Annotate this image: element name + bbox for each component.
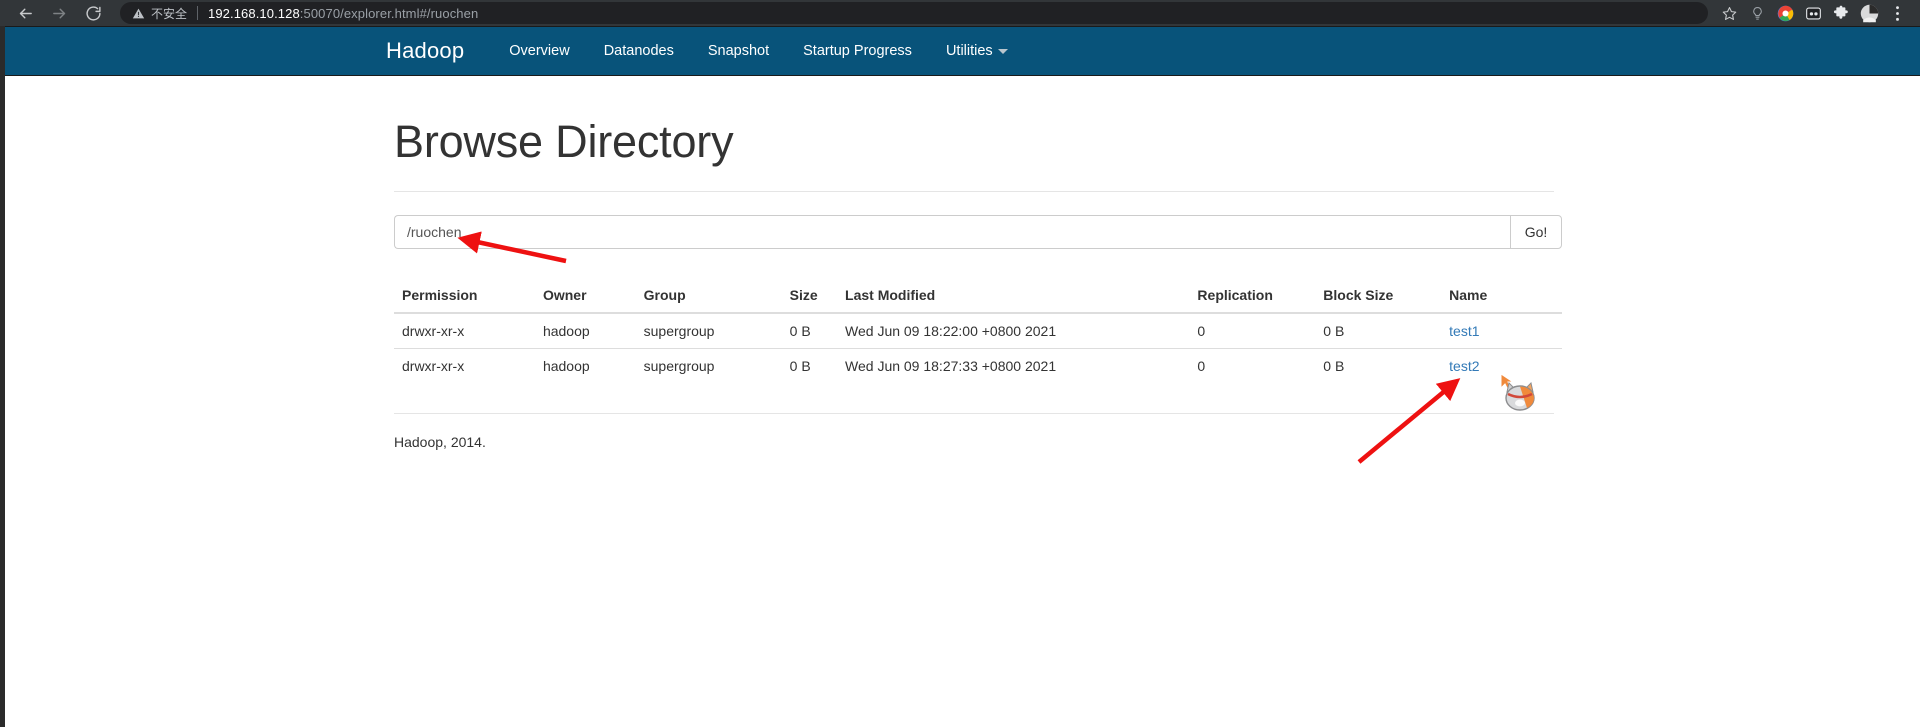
table-row: drwxr-xr-x hadoop supergroup 0 B Wed Jun… [394,348,1562,384]
cat-head-cursor-icon [1500,373,1535,411]
file-link-test2[interactable]: test2 [1449,358,1479,374]
header-block-size: Block Size [1315,279,1442,315]
cell-name: test1 [1441,313,1562,349]
reload-button[interactable] [76,0,110,26]
table-header-row: Permission Owner Group Size Last Modifie… [394,279,1562,315]
directory-table-body: drwxr-xr-x hadoop supergroup 0 B Wed Jun… [394,313,1562,384]
header-owner: Owner [534,279,636,315]
url-path: :50070/explorer.html#/ruochen [299,5,479,21]
cell-group: supergroup [635,348,782,384]
cell-size: 0 B [789,323,811,340]
nav-item-utilities[interactable]: Utilities [929,37,1025,65]
cell-permission: drwxr-xr-x [402,323,465,340]
security-indicator[interactable]: 不安全 [132,5,187,22]
file-link-test1[interactable]: test1 [1449,323,1479,339]
nav-link-snapshot[interactable]: Snapshot [691,37,786,65]
directory-table-head: Permission Owner Group Size Last Modifie… [394,279,1562,315]
title-divider [394,191,1554,193]
go-button[interactable]: Go! [1510,215,1562,250]
browser-toolbar-icons [1716,0,1920,26]
nav-link-utilities[interactable]: Utilities [929,37,1025,65]
nav-link-startup-progress[interactable]: Startup Progress [786,37,929,65]
nav-link-overview[interactable]: Overview [492,37,586,65]
nav-item-startup-progress[interactable]: Startup Progress [786,37,929,65]
cell-size: 0 B [781,348,838,384]
header-replication: Replication [1189,279,1316,315]
directory-table: Permission Owner Group Size Last Modifie… [394,279,1562,384]
nav-item-datanodes[interactable]: Datanodes [587,37,691,65]
nav-link-datanodes[interactable]: Datanodes [587,37,691,65]
browser-toolbar: 不安全 192.168.10.128:50070/explorer.html#/… [0,0,1920,26]
path-input-group: Go! [394,215,1562,250]
header-name: Name [1441,279,1562,315]
robot-extension-icon[interactable] [1800,0,1826,26]
nav-link-utilities-label: Utilities [945,43,993,59]
header-size: Size [781,279,838,315]
page-title: Browse Directory [394,116,734,167]
puzzle-extensions-icon[interactable] [1828,0,1854,26]
cell-block-size: 0 B [1315,348,1442,384]
cell-group: supergroup [643,323,715,340]
header-group: Group [635,279,782,315]
warning-triangle-icon [132,8,145,18]
cell-owner: hadoop [542,323,590,340]
cell-replication: 0 [1197,323,1206,340]
main-container: Browse Directory Go! Permission Owner Gr… [394,76,1562,451]
lightbulb-icon[interactable] [1744,0,1770,26]
header-permission: Permission [394,279,535,315]
cell-last-modified: Wed Jun 09 18:27:33 +0800 2021 [837,348,1190,384]
table-row: drwxr-xr-x hadoop supergroup 0 B Wed Jun… [394,313,1562,349]
chrome-menu-icon[interactable] [1884,0,1910,26]
security-label: 不安全 [151,6,188,21]
footer-text: Hadoop, 2014. [394,434,486,451]
nav-item-overview[interactable]: Overview [492,37,586,65]
google-colored-icon[interactable] [1772,0,1798,26]
browser-nav-buttons [0,0,110,26]
arrow-left-icon [19,8,32,18]
header-last-modified: Last Modified [837,279,1190,315]
path-input[interactable] [394,215,1510,250]
cell-last-modified: Wed Jun 09 18:22:00 +0800 2021 [845,323,1057,340]
cell-block-size: 0 B [1323,323,1345,340]
navbar-brand[interactable]: Hadoop [386,38,464,64]
navbar-links: Overview Datanodes Snapshot Startup Prog… [492,37,1024,65]
back-button[interactable] [8,0,42,26]
footer-divider [394,413,1554,415]
bookmark-star-icon[interactable] [1716,0,1742,26]
profile-avatar-icon[interactable] [1856,0,1882,26]
cell-permission: drwxr-xr-x [394,348,535,384]
address-bar[interactable]: 不安全 192.168.10.128:50070/explorer.html#/… [120,2,1708,24]
forward-button[interactable] [42,0,76,26]
url-host: 192.168.10.128 [208,5,300,21]
nav-item-snapshot[interactable]: Snapshot [691,37,786,65]
page-viewport: Hadoop Overview Datanodes Snapshot Start… [0,26,1920,727]
hadoop-navbar: Hadoop Overview Datanodes Snapshot Start… [5,26,1920,76]
cell-owner: hadoop [534,348,636,384]
cell-replication: 0 [1189,348,1316,384]
url-text: 192.168.10.128:50070/explorer.html#/ruoc… [208,6,478,21]
reload-icon [85,5,101,21]
address-bar-divider [197,6,199,20]
chevron-down-icon [997,48,1008,54]
arrow-right-icon [52,8,65,18]
